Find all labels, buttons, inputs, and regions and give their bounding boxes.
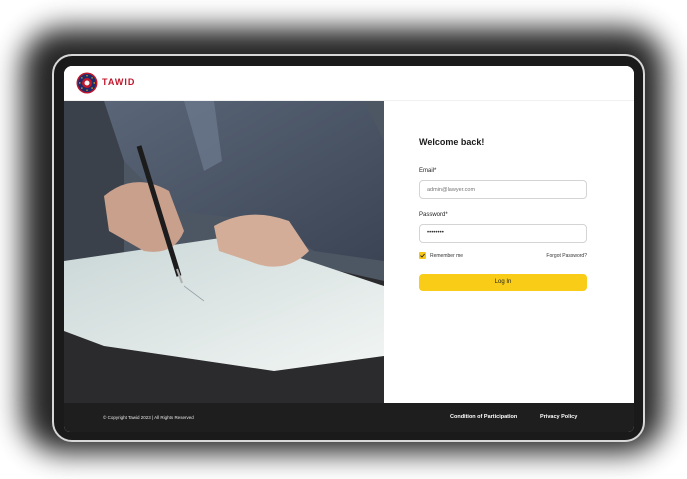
password-label: Password*: [419, 212, 448, 218]
forgot-password-link[interactable]: Forgot Password?: [546, 253, 587, 259]
brand-name: TAWID: [102, 77, 136, 87]
condition-of-participation-link[interactable]: Condition of Participation: [450, 414, 517, 420]
check-icon: [420, 253, 425, 258]
copyright-text: © Copyright Tawid 2023 | All Rights Rese…: [103, 415, 194, 420]
hero-photo: [64, 101, 384, 403]
remember-checkbox[interactable]: [419, 252, 426, 259]
remember-label: Remember me: [430, 253, 464, 259]
password-field[interactable]: ••••••••: [419, 224, 587, 243]
top-header: TAWID: [64, 66, 634, 101]
email-label: Email*: [419, 168, 437, 174]
login-button[interactable]: Log In: [419, 274, 587, 291]
tawid-seal-icon[interactable]: [76, 72, 98, 94]
login-panel: Welcome back! Email* Password* •••••••• …: [384, 101, 634, 403]
welcome-heading: Welcome back!: [419, 137, 485, 147]
email-field[interactable]: [419, 180, 587, 199]
login-screen: TAWID Welcome back! Email* admin@lawyer.…: [64, 66, 634, 432]
footer: © Copyright Tawid 2023 | All Rights Rese…: [64, 403, 634, 432]
privacy-policy-link[interactable]: Privacy Policy: [540, 414, 577, 420]
